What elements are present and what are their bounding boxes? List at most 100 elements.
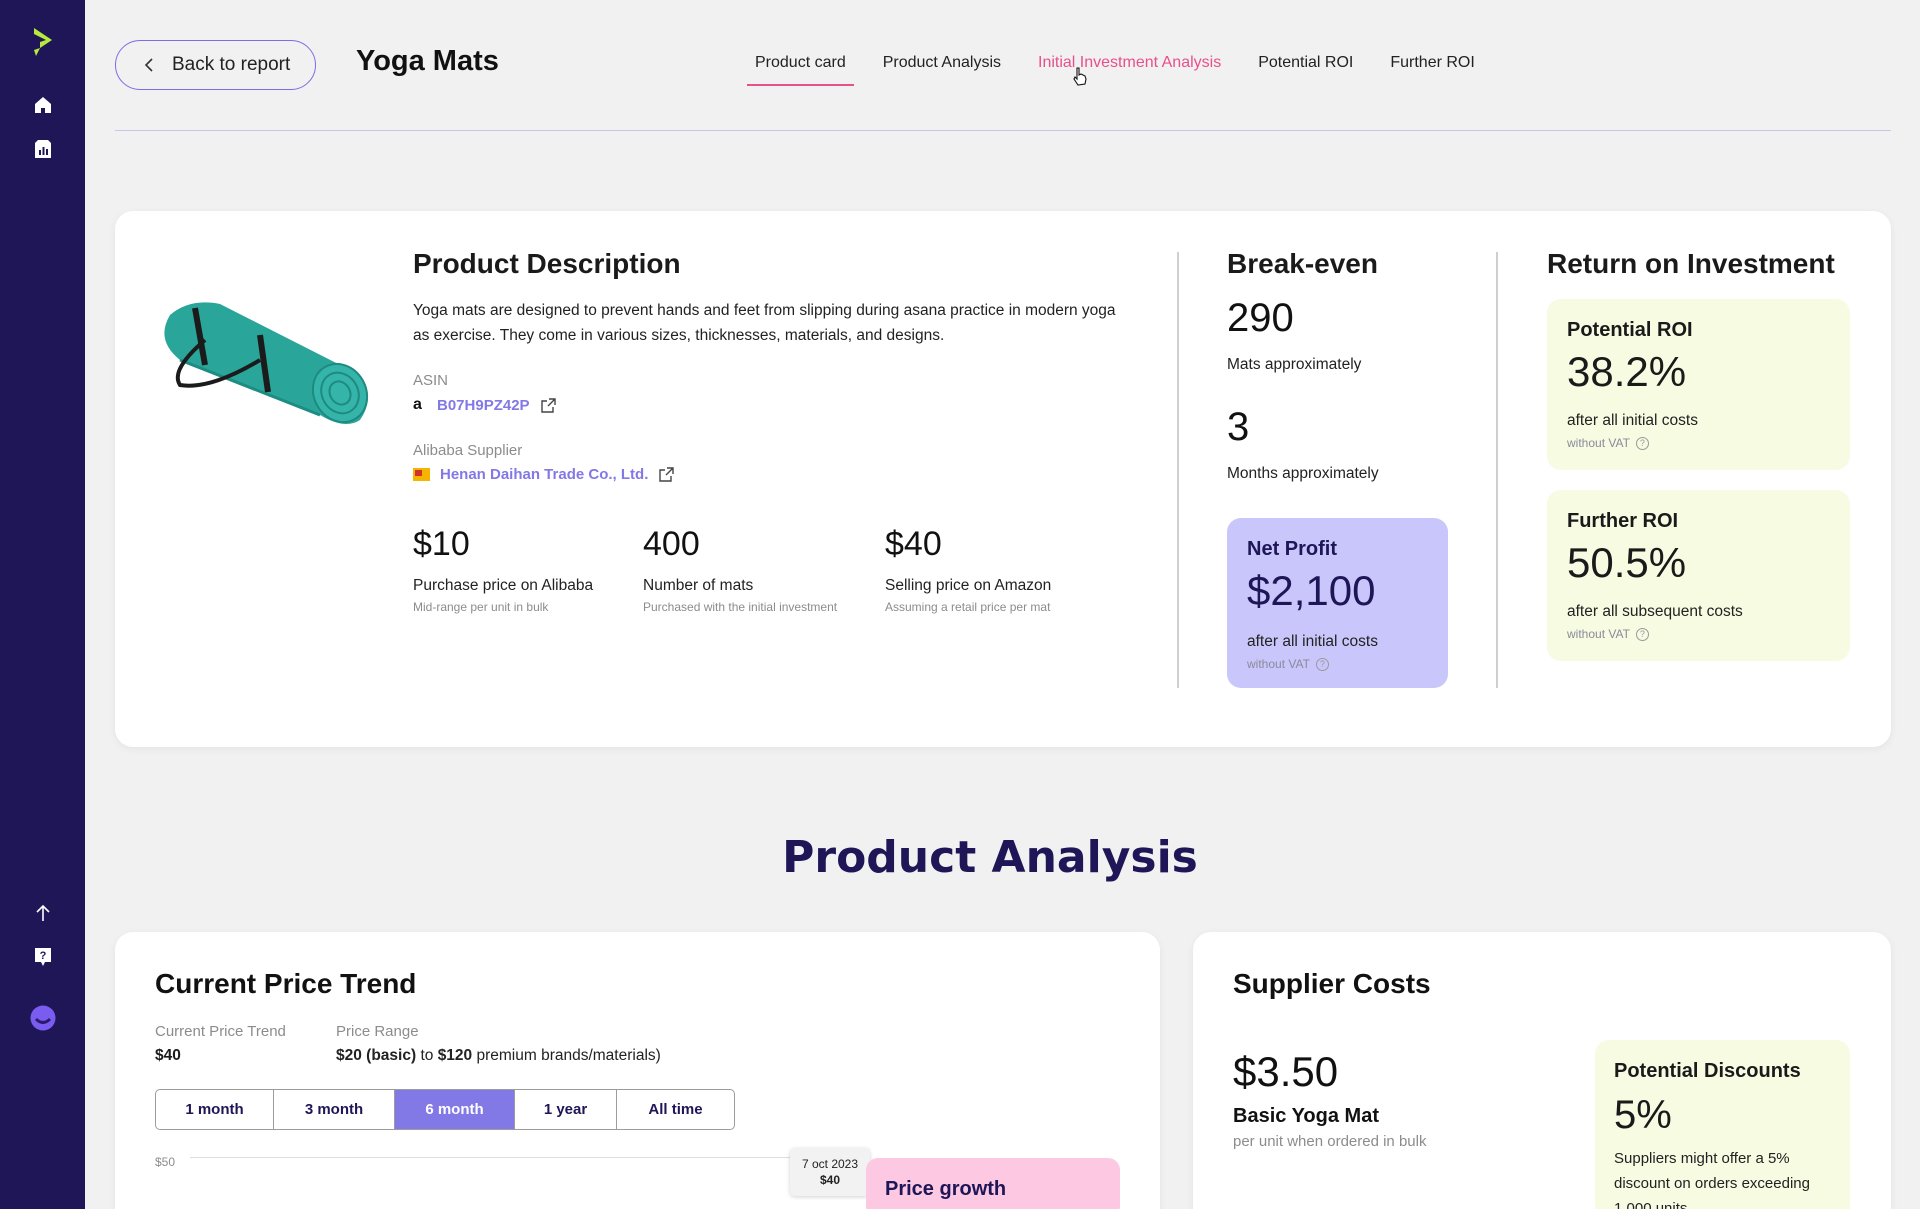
avatar[interactable] [29, 1004, 57, 1032]
price-growth-title: Price growth [885, 1178, 1007, 1200]
product-analysis-heading: Product Analysis [782, 832, 1198, 883]
page-title: Yoga Mats [356, 45, 499, 77]
price-range-tail: premium brands/materials) [472, 1047, 661, 1064]
china-flag-icon [413, 468, 430, 481]
potential-discounts-card: Potential Discounts 5% Suppliers might o… [1595, 1040, 1850, 1209]
time-range-selector: 1 month 3 month 6 month 1 year All time [155, 1089, 735, 1130]
number-of-mats-value: 400 [643, 525, 700, 563]
selling-price-sub: Assuming a retail price per mat [885, 600, 1051, 614]
current-trend-value: $40 [155, 1047, 181, 1064]
supplier-cost-value: $3.50 [1233, 1048, 1339, 1095]
selling-price-value: $40 [885, 525, 942, 563]
price-range-label: Price Range [336, 1023, 419, 1040]
potential-roi-sub: without VAT ? [1567, 436, 1830, 450]
break-even-heading: Break-even [1227, 248, 1378, 279]
price-range-to: to [416, 1047, 438, 1064]
supplier-cost-item: Basic Yoga Mat [1233, 1105, 1379, 1127]
price-range-high: $120 [437, 1047, 473, 1064]
tooltip-value: $40 [819, 1173, 841, 1187]
amazon-icon: a [413, 396, 422, 413]
vat-note: without VAT [1247, 657, 1310, 671]
further-roi-title: Further ROI [1567, 510, 1679, 532]
scroll-top-icon[interactable] [29, 899, 57, 927]
help-circle-icon[interactable]: ? [1635, 436, 1649, 450]
divider [1177, 252, 1179, 688]
external-link-icon[interactable] [658, 466, 675, 483]
roi-heading: Return on Investment [1547, 248, 1835, 279]
tab-product-card[interactable]: Product card [747, 52, 854, 86]
break-even-months-value: 3 [1227, 405, 1250, 449]
number-of-mats-label: Number of mats [643, 577, 754, 594]
supplier-link[interactable]: Henan Daihan Trade Co., Ltd. [413, 466, 675, 483]
vat-note: without VAT [1567, 436, 1630, 450]
asin-label: ASIN [413, 372, 449, 389]
header-divider [115, 130, 1891, 131]
potential-discounts-value: 5% [1614, 1093, 1672, 1137]
chart-gridline [190, 1157, 790, 1158]
price-growth-card: Price growth [866, 1158, 1120, 1209]
chart-axis-label: $50 [155, 1155, 176, 1169]
supplier-value[interactable]: Henan Daihan Trade Co., Ltd. [440, 466, 648, 483]
vat-note: without VAT [1567, 627, 1630, 641]
asin-value[interactable]: B07H9PZ42P [437, 397, 530, 414]
potential-discounts-title: Potential Discounts [1614, 1060, 1801, 1082]
potential-roi-title: Potential ROI [1567, 319, 1693, 341]
help-circle-icon[interactable]: ? [1315, 657, 1329, 671]
help-circle-icon[interactable]: ? [1635, 627, 1649, 641]
product-description-text: Yoga mats are designed to prevent hands … [413, 302, 1116, 344]
back-to-report-button[interactable]: Back to report [115, 40, 316, 90]
potential-discounts-text: Suppliers might offer a 5% discount on o… [1614, 1150, 1810, 1209]
purchase-price-value: $10 [413, 525, 470, 563]
help-icon[interactable]: ? [29, 943, 57, 971]
net-profit-sub: without VAT ? [1247, 657, 1428, 671]
further-roi-label: after all subsequent costs [1567, 603, 1743, 620]
sidebar: ? [0, 0, 85, 1209]
hand-cursor-icon [1072, 67, 1088, 92]
price-range-low: $20 (basic) [336, 1047, 417, 1064]
product-card [115, 211, 1891, 747]
yoga-mat-image [150, 280, 375, 435]
price-range-value: $20 (basic) to $120 premium brands/mater… [336, 1047, 661, 1065]
range-6-month-button[interactable]: 6 month [395, 1090, 515, 1129]
further-roi-value: 50.5% [1567, 539, 1687, 586]
break-even-units-label: Mats approximately [1227, 356, 1362, 373]
break-even-months-label: Months approximately [1227, 465, 1379, 482]
net-profit-card: Net Profit $2,100 after all initial cost… [1227, 518, 1448, 688]
potential-roi-value: 38.2% [1567, 348, 1687, 395]
product-description-heading: Product Description [413, 248, 681, 279]
tab-bar: Product card Product Analysis Initial In… [747, 52, 1504, 86]
range-3-month-button[interactable]: 3 month [274, 1090, 395, 1129]
purchase-price-sub: Mid-range per unit in bulk [413, 600, 549, 614]
supplier-cost-sub: per unit when ordered in bulk [1233, 1133, 1427, 1150]
report-icon[interactable] [29, 135, 57, 163]
external-link-icon[interactable] [540, 397, 557, 414]
tab-product-analysis[interactable]: Product Analysis [875, 52, 1009, 86]
tooltip-date: 7 oct 2023 [801, 1157, 859, 1171]
potential-roi-card: Potential ROI 38.2% after all initial co… [1547, 299, 1850, 470]
break-even-units-value: 290 [1227, 296, 1294, 340]
home-icon[interactable] [29, 91, 57, 119]
further-roi-sub: without VAT ? [1567, 627, 1830, 641]
supplier-label: Alibaba Supplier [413, 442, 523, 459]
chart-tooltip: 7 oct 2023 $40 [790, 1148, 870, 1196]
net-profit-label: after all initial costs [1247, 633, 1378, 650]
further-roi-card: Further ROI 50.5% after all subsequent c… [1547, 490, 1850, 661]
chevron-left-icon [144, 58, 153, 72]
asin-link[interactable]: a B07H9PZ42P [413, 396, 557, 414]
tab-further-roi[interactable]: Further ROI [1382, 52, 1482, 86]
potential-roi-label: after all initial costs [1567, 412, 1698, 429]
net-profit-title: Net Profit [1247, 538, 1337, 560]
divider [1496, 252, 1498, 688]
logo-icon[interactable] [29, 28, 57, 56]
svg-text:?: ? [40, 950, 47, 962]
price-trend-title: Current Price Trend [155, 968, 417, 999]
current-trend-label: Current Price Trend [155, 1023, 286, 1040]
range-1-year-button[interactable]: 1 year [515, 1090, 617, 1129]
tab-potential-roi[interactable]: Potential ROI [1250, 52, 1361, 86]
range-all-time-button[interactable]: All time [617, 1090, 734, 1129]
selling-price-label: Selling price on Amazon [885, 577, 1052, 594]
back-label: Back to report [172, 54, 291, 75]
number-of-mats-sub: Purchased with the initial investment [643, 600, 838, 614]
tab-initial-investment-analysis[interactable]: Initial Investment Analysis [1030, 52, 1229, 86]
range-1-month-button[interactable]: 1 month [156, 1090, 274, 1129]
